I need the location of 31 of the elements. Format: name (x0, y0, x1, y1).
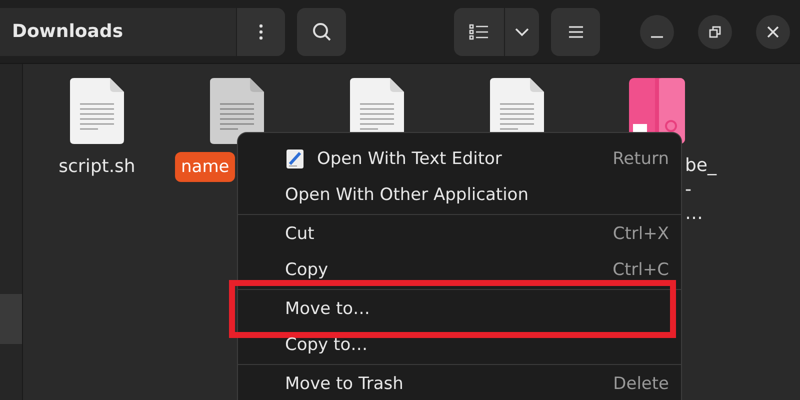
file-name[interactable]: script.sh (50, 152, 144, 182)
text-file-icon[interactable] (210, 78, 264, 144)
close-icon (767, 26, 779, 38)
close-button[interactable] (756, 14, 790, 48)
text-editor-icon (286, 149, 304, 169)
menu-item[interactable]: Open With Text Editor Return (238, 141, 681, 177)
menu-item[interactable]: Copy to… (238, 327, 681, 363)
file-name[interactable]: name (175, 152, 236, 182)
list-view-button[interactable] (454, 8, 504, 56)
shortcut-label: Ctrl+X (612, 224, 669, 244)
menu-button[interactable] (551, 8, 600, 56)
menu-item[interactable]: Move to Trash Delete (238, 366, 681, 400)
list-icon (469, 24, 489, 40)
search-icon (312, 22, 332, 42)
shortcut-label: Delete (613, 374, 669, 394)
text-file-icon[interactable] (70, 78, 124, 144)
menu-item[interactable]: Copy Ctrl+C (238, 252, 681, 288)
menu-item[interactable]: Move to… (238, 291, 681, 327)
shortcut-label: Ctrl+C (612, 260, 669, 280)
menu-item[interactable]: Cut Ctrl+X (238, 216, 681, 252)
minimize-icon (651, 36, 663, 38)
search-button[interactable] (297, 8, 346, 56)
folder-title: Downloads (11, 21, 124, 42)
vertical-dots-icon (259, 24, 263, 40)
minimize-button[interactable] (640, 14, 674, 48)
shortcut-label: Return (612, 149, 669, 169)
menu-icon (568, 24, 584, 38)
chevron-down-icon (514, 26, 530, 36)
restore-icon (709, 26, 721, 38)
menu-item[interactable]: Open With Other Application (238, 177, 681, 213)
restore-button[interactable] (698, 14, 732, 48)
